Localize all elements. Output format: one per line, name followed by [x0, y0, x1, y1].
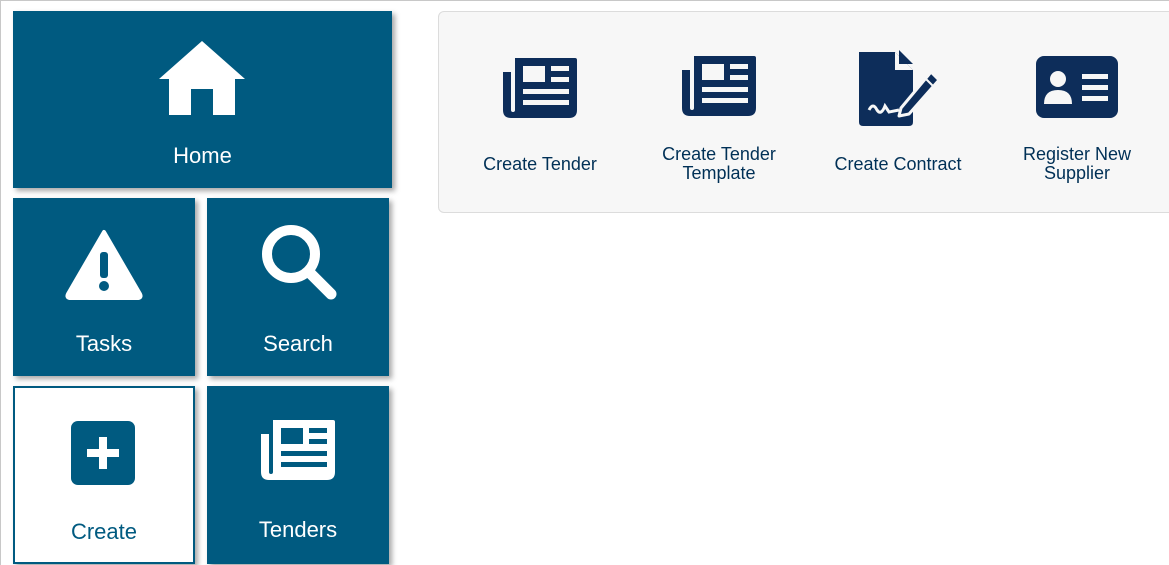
create-tender-button[interactable]: Create Tender	[460, 12, 620, 212]
id-card-icon	[1036, 56, 1118, 118]
label-line: Supplier	[1043, 163, 1111, 183]
search-icon	[262, 225, 337, 300]
signed-contract-icon	[859, 50, 941, 126]
tile-create[interactable]: Create	[13, 386, 195, 564]
create-tender-template-label: Create Tender Template	[639, 145, 799, 183]
create-tender-template-button[interactable]: Create Tender Template	[639, 12, 799, 212]
label-line: Template	[682, 163, 756, 183]
label-line: Register New	[1022, 144, 1132, 164]
tile-home[interactable]: Home	[13, 11, 392, 188]
register-new-supplier-label: Register New Supplier	[997, 145, 1157, 183]
newspaper-icon	[682, 56, 756, 116]
newspaper-icon	[503, 58, 577, 118]
tile-home-label: Home	[173, 143, 232, 168]
tile-tasks-label: Tasks	[75, 331, 133, 356]
create-tender-label: Create Tender	[483, 154, 597, 174]
home-icon	[159, 41, 245, 115]
label-line: Create Tender	[662, 144, 776, 164]
warning-icon	[65, 230, 143, 300]
register-new-supplier-button[interactable]: Register New Supplier	[997, 12, 1157, 212]
tile-tasks[interactable]: Tasks	[13, 198, 195, 376]
create-contract-button[interactable]: Create Contract	[818, 12, 978, 212]
newspaper-icon	[261, 420, 335, 480]
create-actions-panel: Create Tender Create Tender Template Cre…	[438, 11, 1169, 213]
tile-create-label: Create	[70, 519, 138, 544]
tile-search[interactable]: Search	[207, 198, 389, 376]
tile-search-label: Search	[263, 331, 333, 356]
tile-tenders-label: Tenders	[258, 517, 338, 542]
plus-square-icon	[71, 421, 135, 485]
create-contract-label: Create Contract	[834, 154, 962, 174]
tile-tenders[interactable]: Tenders	[207, 386, 389, 564]
